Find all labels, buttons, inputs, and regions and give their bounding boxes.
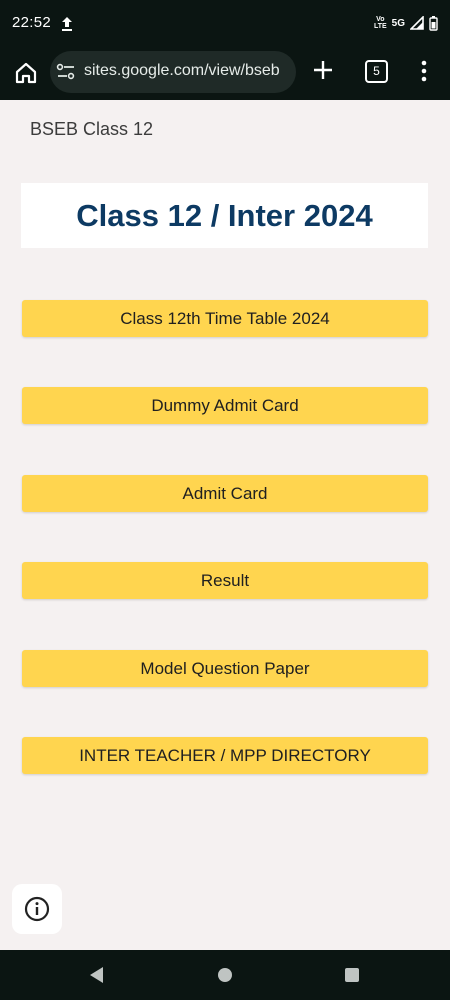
site-settings-icon[interactable] bbox=[56, 63, 76, 81]
teacher-directory-button[interactable]: INTER TEACHER / MPP DIRECTORY bbox=[22, 737, 428, 774]
status-bar: 22:52 Vo LTE 5G bbox=[0, 0, 450, 48]
system-nav-bar bbox=[0, 950, 450, 1000]
admit-card-button[interactable]: Admit Card bbox=[22, 475, 428, 512]
upload-icon bbox=[62, 17, 72, 31]
recents-icon[interactable] bbox=[344, 967, 360, 983]
browser-toolbar: sites.google.com/view/bseb 5 bbox=[0, 48, 450, 100]
home-nav-icon[interactable] bbox=[217, 967, 233, 983]
result-button[interactable]: Result bbox=[22, 562, 428, 599]
time-table-button[interactable]: Class 12th Time Table 2024 bbox=[22, 300, 428, 337]
status-time: 22:52 bbox=[12, 14, 52, 31]
back-icon[interactable] bbox=[88, 966, 104, 984]
page-title: Class 12 / Inter 2024 bbox=[76, 197, 373, 233]
more-menu-icon[interactable] bbox=[416, 58, 432, 84]
signal-icon bbox=[410, 16, 424, 30]
model-question-paper-button[interactable]: Model Question Paper bbox=[22, 650, 428, 687]
address-bar[interactable]: sites.google.com/view/bseb bbox=[50, 51, 296, 93]
page-content: BSEB Class 12 Class 12 / Inter 2024 Clas… bbox=[0, 100, 450, 950]
battery-icon bbox=[429, 15, 438, 31]
home-icon[interactable] bbox=[12, 59, 40, 87]
dummy-admit-card-button[interactable]: Dummy Admit Card bbox=[22, 387, 428, 424]
new-tab-icon[interactable] bbox=[310, 57, 336, 83]
volte-indicator: Vo LTE bbox=[373, 16, 387, 30]
site-name[interactable]: BSEB Class 12 bbox=[30, 119, 153, 140]
tab-switcher-button[interactable]: 5 bbox=[365, 60, 388, 83]
heading-card: Class 12 / Inter 2024 bbox=[21, 183, 428, 248]
network-type: 5G bbox=[391, 17, 405, 29]
info-button[interactable] bbox=[12, 884, 62, 934]
status-icons: Vo LTE 5G bbox=[374, 14, 438, 32]
url-text[interactable]: sites.google.com/view/bseb bbox=[84, 62, 280, 80]
info-icon bbox=[24, 896, 50, 922]
